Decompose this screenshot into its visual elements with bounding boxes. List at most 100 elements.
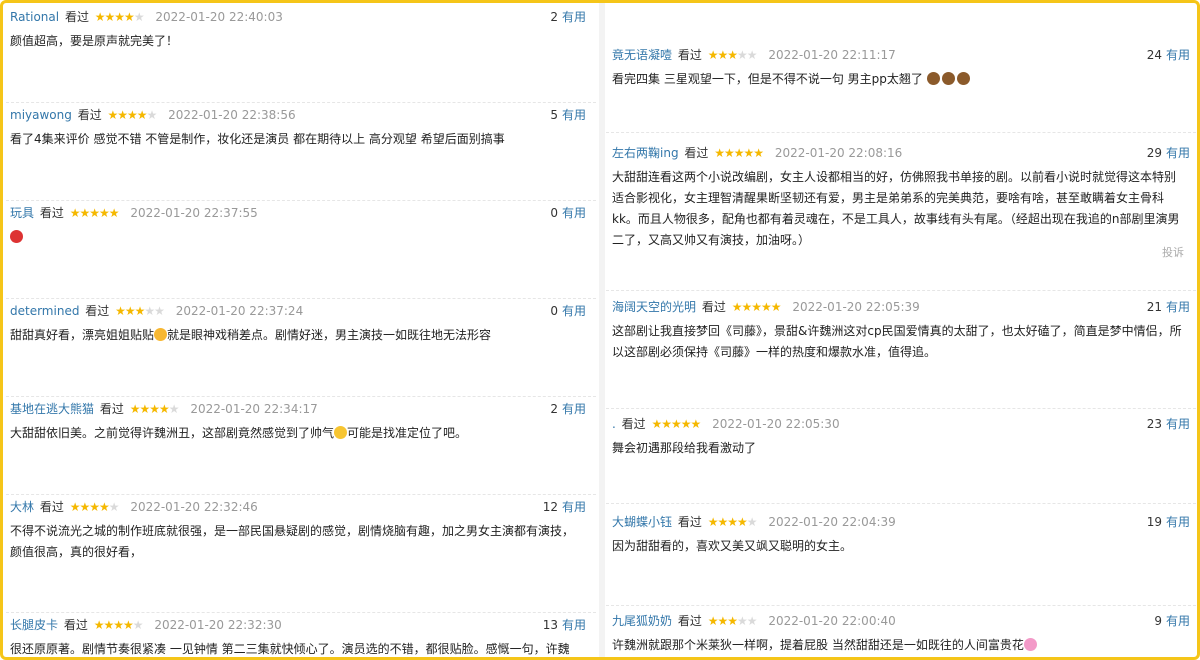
- reviews-panel: Rational 看过 ★★★★★ 2022-01-20 22:40:03 2有…: [0, 0, 1200, 660]
- watched-label: 看过: [677, 48, 702, 62]
- review-time: 2022-01-20 22:37:55: [130, 206, 258, 220]
- rating-stars: ★★★★★: [69, 206, 120, 220]
- vote-count: 12: [542, 500, 558, 514]
- review-username[interactable]: Rational: [10, 10, 59, 24]
- review-text: 看完四集 三星观望一下，但是不得不说一句 男主pp太翘了: [612, 69, 1196, 90]
- review-text-part: 许魏洲就跟那个米莱狄一样啊，提着屁股 当然甜甜还是一如既往的人间富贵花: [612, 638, 1024, 652]
- review-item: . 看过 ★★★★★ 2022-01-20 22:05:30 23 有用 舞会初遇…: [606, 414, 1196, 504]
- review-username[interactable]: 基地在逃大熊猫: [10, 402, 94, 416]
- useful-button[interactable]: 有用: [562, 108, 586, 122]
- vote-area: 13 有用: [543, 615, 586, 635]
- review-item: determined 看过 ★★★★★ 2022-01-20 22:37:24 …: [6, 301, 596, 397]
- rating-stars: ★★★★★: [69, 500, 120, 514]
- useful-button[interactable]: 有用: [1166, 48, 1190, 62]
- review-time: 2022-01-20 22:05:30: [712, 417, 840, 431]
- review-username[interactable]: 左右两鞠ing: [612, 146, 679, 160]
- flushed-face-icon: [154, 328, 168, 341]
- review-text-part: 就是眼神戏稍差点。剧情好迷，男主演技一如既往地无法形容: [167, 328, 492, 342]
- vote-count: 19: [1146, 515, 1162, 529]
- left-review-column: Rational 看过 ★★★★★ 2022-01-20 22:40:03 2有…: [6, 3, 596, 657]
- review-username[interactable]: 玩具: [10, 206, 34, 220]
- vote-area: 19 有用: [1147, 512, 1190, 532]
- useful-button[interactable]: 有用: [562, 10, 586, 24]
- vote-count: 24: [1146, 48, 1162, 62]
- review-text: 大甜甜连看这两个小说改编剧，女主人设都相当的好，仿佛照我书单接的剧。以前看小说时…: [612, 170, 1180, 247]
- watched-label: 看过: [684, 146, 709, 160]
- review-time: 2022-01-20 22:08:16: [774, 146, 903, 160]
- review-item: 玩具 看过 ★★★★★ 2022-01-20 22:37:55 0 有用: [6, 203, 596, 299]
- vote-area: 23 有用: [1147, 414, 1190, 434]
- right-review-column: 竟无语凝噎 看过 ★★★★★ 2022-01-20 22:11:17 24 有用 …: [606, 3, 1196, 657]
- vote-count: 21: [1146, 300, 1162, 314]
- rating-stars: ★★★★★: [707, 614, 758, 628]
- flower-icon: [1023, 638, 1037, 651]
- review-time: 2022-01-20 22:34:17: [190, 402, 318, 416]
- grinning-face-icon: [334, 426, 348, 439]
- rating-stars: ★★★★★: [115, 304, 165, 318]
- review-text: 很还原原著。剧情节奏很紧凑 一见钟情 第二三集就快倾心了。演员选的不错，都很贴脸…: [10, 642, 570, 656]
- vote-count: 23: [1146, 417, 1162, 431]
- review-time: 2022-01-20 22:11:17: [768, 48, 896, 62]
- review-text: 舞会初遇那段给我看激动了: [612, 441, 757, 455]
- review-time: 2022-01-20 22:40:03: [155, 10, 283, 24]
- monkey-icon: [926, 72, 940, 85]
- review-username[interactable]: 大林: [10, 500, 34, 514]
- vote-area: 0 有用: [550, 203, 586, 223]
- vote-count: 0: [550, 206, 558, 220]
- rating-stars: ★★★★★: [707, 515, 758, 529]
- useful-button[interactable]: 有用: [1166, 614, 1190, 628]
- vote-count: 2: [550, 10, 558, 24]
- review-time: 2022-01-20 22:37:24: [175, 304, 304, 318]
- vote-area: 12 有用: [543, 497, 586, 517]
- useful-button[interactable]: 有用: [562, 500, 586, 514]
- rating-stars: ★★★★★: [107, 108, 158, 122]
- review-username[interactable]: 九尾狐奶奶: [612, 614, 672, 628]
- watched-label: 看过: [77, 108, 102, 122]
- review-username[interactable]: 大蝴蝶小钰: [612, 515, 672, 529]
- watched-label: 看过: [85, 304, 110, 318]
- vote-count: 13: [542, 618, 558, 632]
- rating-stars: ★★★★★: [731, 300, 782, 314]
- review-username[interactable]: miyawong: [10, 108, 72, 122]
- useful-button[interactable]: 有用: [1166, 300, 1190, 314]
- review-item: miyawong 看过 ★★★★★ 2022-01-20 22:38:56 5有…: [6, 105, 596, 201]
- vote-area: 2 有用: [550, 399, 586, 419]
- review-item: 竟无语凝噎 看过 ★★★★★ 2022-01-20 22:11:17 24 有用 …: [606, 45, 1196, 133]
- review-text: [10, 227, 592, 248]
- watched-label: 看过: [677, 515, 702, 529]
- review-username[interactable]: 海阔天空的光明: [612, 300, 696, 314]
- review-username[interactable]: 竟无语凝噎: [612, 48, 672, 62]
- review-username[interactable]: determined: [10, 304, 79, 318]
- review-text: 不得不说流光之城的制作班底就很强，是一部民国悬疑剧的感觉，剧情烧脑有趣，加之男女…: [10, 524, 575, 559]
- useful-button[interactable]: 有用: [1166, 515, 1190, 529]
- review-text: 因为甜甜看的，喜欢又美又飒又聪明的女主。: [612, 539, 853, 553]
- useful-button[interactable]: 有用: [562, 206, 586, 220]
- useful-button[interactable]: 有用: [1166, 146, 1190, 160]
- watched-label: 看过: [621, 417, 646, 431]
- useful-button[interactable]: 有用: [562, 304, 586, 318]
- vote-area: 29 有用: [1147, 143, 1190, 163]
- review-time: 2022-01-20 22:38:56: [168, 108, 296, 122]
- review-time: 2022-01-20 22:32:30: [154, 618, 282, 632]
- review-item: 大蝴蝶小钰 看过 ★★★★★ 2022-01-20 22:04:39 19 有用 …: [606, 512, 1196, 606]
- watched-label: 看过: [39, 206, 64, 220]
- review-username[interactable]: 长腿皮卡: [10, 618, 58, 632]
- report-link[interactable]: 投诉: [1162, 244, 1184, 260]
- review-text: 甜甜真好看，漂亮姐姐贴贴 就是眼神戏稍差点。剧情好迷，男主演技一如既往地无法形容: [10, 325, 592, 346]
- review-text: 大甜甜依旧美。之前觉得许魏洲丑，这部剧竟然感觉到了帅气 可能是找准定位了吧。: [10, 423, 592, 444]
- review-username[interactable]: .: [612, 417, 616, 431]
- watched-label: 看过: [677, 614, 702, 628]
- angry-face-icon: [10, 230, 23, 243]
- review-time: 2022-01-20 22:00:40: [768, 614, 896, 628]
- review-text: 这部剧让我直接梦回《司藤》，景甜&许魏洲这对cp民国爱情真的太甜了，也太好磕了，…: [612, 324, 1182, 359]
- vote-count: 0: [550, 304, 558, 318]
- review-text: 看了4集来评价 感觉不错 不管是制作，妆化还是演员 都在期待以上 高分观望 希望…: [10, 132, 505, 146]
- useful-button[interactable]: 有用: [562, 618, 586, 632]
- useful-button[interactable]: 有用: [562, 402, 586, 416]
- watched-label: 看过: [39, 500, 64, 514]
- monkey-icon: [956, 72, 970, 85]
- rating-stars: ★★★★★: [714, 146, 764, 160]
- review-item: 九尾狐奶奶 看过 ★★★★★ 2022-01-20 22:00:40 9 有用 许…: [606, 611, 1196, 657]
- rating-stars: ★★★★★: [651, 417, 702, 431]
- useful-button[interactable]: 有用: [1166, 417, 1190, 431]
